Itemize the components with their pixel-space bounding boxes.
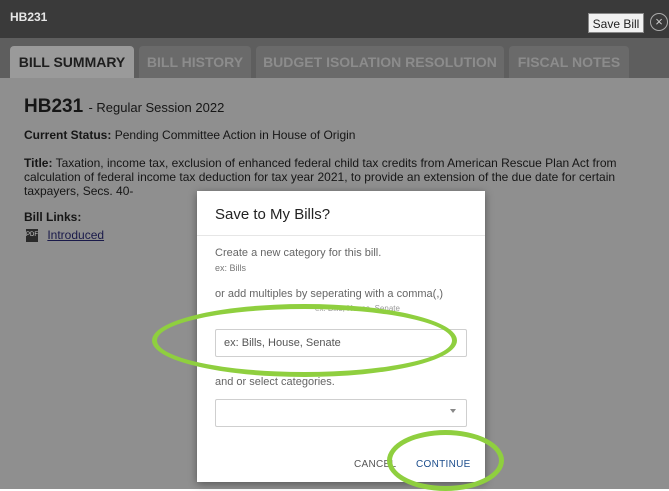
bill-id-label: HB231 [10,10,48,24]
close-icon[interactable]: × [650,13,668,31]
pdf-icon: PDF [26,229,38,243]
tab-budget-isolation-resolution[interactable]: BUDGET ISOLATION RESOLUTION [256,46,504,78]
bill-links-label: Bill Links: [24,210,82,224]
save-bill-button[interactable]: Save Bill [588,13,644,33]
top-bar: HB231 Save Bill × [0,0,669,38]
bill-heading: HB231 - Regular Session 2022 [24,96,224,118]
session-label: - Regular Session 2022 [88,100,225,115]
category-select[interactable] [215,399,467,427]
introduced-link-row: PDF Introduced [26,228,104,243]
bill-number: HB231 [24,96,84,117]
tab-fiscal-notes[interactable]: FISCAL NOTES [509,46,629,78]
divider [197,235,485,236]
chevron-down-icon [450,409,456,413]
highlight-circle-input [152,304,457,377]
multiples-label: or add multiples by seperating with a co… [215,288,444,300]
status-value: Pending Committee Action in House of Ori… [114,128,356,142]
introduced-link[interactable]: Introduced [47,228,104,242]
create-category-label: Create a new category for this bill. [215,247,382,259]
tab-bill-history[interactable]: BILL HISTORY [139,46,251,78]
current-status: Current Status: Pending Committee Action… [24,128,355,142]
tab-bill-summary[interactable]: BILL SUMMARY [10,46,134,78]
highlight-circle-continue [387,430,504,491]
status-label: Current Status: [24,128,112,142]
create-category-hint: ex: Bills [215,263,247,273]
tab-bar: BILL SUMMARY BILL HISTORY BUDGET ISOLATI… [0,38,669,78]
dialog-title: Save to My Bills? [215,206,331,223]
title-label: Title: [24,156,53,170]
select-categories-label: and or select categories. [215,376,335,388]
